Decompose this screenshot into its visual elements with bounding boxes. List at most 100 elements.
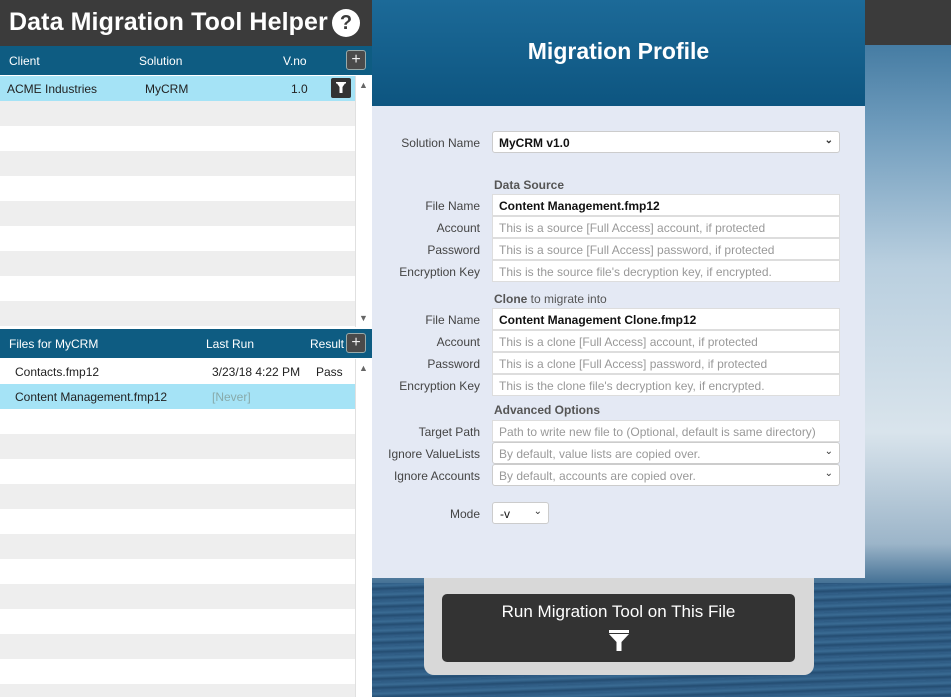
source-key-field[interactable]: This is the source file's decryption key… bbox=[492, 260, 840, 282]
client-solution: MyCRM bbox=[145, 82, 189, 96]
list-item bbox=[0, 459, 355, 484]
list-item bbox=[0, 684, 355, 697]
ignore-accounts-value: By default, accounts are copied over. bbox=[499, 469, 696, 483]
target-path-label: Target Path bbox=[418, 425, 480, 439]
column-result[interactable]: Result bbox=[310, 337, 344, 351]
file-result: Pass bbox=[316, 365, 343, 379]
list-item bbox=[0, 634, 355, 659]
clone-section: Clone to migrate into bbox=[494, 292, 607, 306]
column-vno[interactable]: V.no bbox=[283, 54, 307, 68]
clone-key-label: Encryption Key bbox=[399, 379, 480, 393]
clone-password-label: Password bbox=[427, 357, 480, 371]
source-password-label: Password bbox=[427, 243, 480, 257]
file-name: Contacts.fmp12 bbox=[15, 365, 100, 379]
profile-title: Migration Profile bbox=[527, 38, 710, 64]
chevron-down-icon: ⌄ bbox=[824, 446, 833, 457]
source-key-label: Encryption Key bbox=[399, 265, 480, 279]
clone-key-field[interactable]: This is the clone file's decryption key,… bbox=[492, 374, 840, 396]
chevron-down-icon: ⌄ bbox=[824, 468, 833, 479]
scroll-up-icon[interactable]: ▲ bbox=[359, 80, 368, 90]
list-item bbox=[0, 484, 355, 509]
background-topbar bbox=[865, 0, 951, 45]
files-header: Files for MyCRM Last Run Result + bbox=[0, 329, 372, 358]
list-item bbox=[0, 584, 355, 609]
chevron-down-icon: ⌄ bbox=[824, 135, 833, 146]
run-migration-button[interactable]: Run Migration Tool on This File bbox=[442, 594, 795, 662]
funnel-icon bbox=[609, 630, 629, 651]
left-panel: Data Migration Tool Helper ? Client Solu… bbox=[0, 0, 372, 697]
scroll-down-icon[interactable]: ▼ bbox=[359, 313, 368, 323]
mode-label: Mode bbox=[449, 507, 480, 521]
file-name: Content Management.fmp12 bbox=[15, 390, 168, 404]
clone-account-label: Account bbox=[436, 335, 480, 349]
source-password-field[interactable]: This is a source [Full Access] password,… bbox=[492, 238, 840, 260]
file-last-run: [Never] bbox=[212, 390, 251, 404]
list-item bbox=[0, 559, 355, 584]
migration-profile-panel: Migration Profile Solution Name MyCRM v1… bbox=[372, 0, 865, 578]
solution-name-value: MyCRM v1.0 bbox=[499, 136, 570, 150]
data-source-section: Data Source bbox=[494, 178, 565, 192]
column-solution[interactable]: Solution bbox=[139, 54, 182, 68]
app-header: Data Migration Tool Helper ? bbox=[0, 0, 372, 46]
file-last-run: 3/23/18 4:22 PM bbox=[212, 365, 301, 379]
clone-account-field[interactable]: This is a clone [Full Access] account, i… bbox=[492, 330, 840, 352]
column-last-run[interactable]: Last Run bbox=[206, 337, 254, 351]
files-title: Files for MyCRM bbox=[9, 337, 99, 351]
clone-section-rest: to migrate into bbox=[527, 292, 607, 306]
list-item bbox=[0, 126, 355, 151]
source-account-field[interactable]: This is a source [Full Access] account, … bbox=[492, 216, 840, 238]
ignore-valuelists-value: By default, value lists are copied over. bbox=[499, 447, 701, 461]
column-client[interactable]: Client bbox=[9, 54, 40, 68]
files-scrollbar[interactable]: ▲ bbox=[355, 359, 372, 697]
client-name: ACME Industries bbox=[7, 82, 98, 96]
file-row[interactable]: Contacts.fmp12 3/23/18 4:22 PM Pass bbox=[0, 359, 355, 384]
list-item bbox=[0, 276, 355, 301]
source-account-label: Account bbox=[436, 221, 480, 235]
profile-header: Migration Profile bbox=[372, 0, 865, 106]
advanced-section: Advanced Options bbox=[494, 403, 601, 417]
list-item bbox=[0, 609, 355, 634]
list-item bbox=[0, 226, 355, 251]
clone-file-label: File Name bbox=[425, 313, 480, 327]
files-list: Contacts.fmp12 3/23/18 4:22 PM Pass Cont… bbox=[0, 359, 355, 697]
list-item bbox=[0, 101, 355, 126]
add-file-button[interactable]: + bbox=[346, 333, 366, 353]
list-item bbox=[0, 326, 355, 327]
ignore-valuelists-label: Ignore ValueLists bbox=[388, 447, 480, 461]
solution-name-label: Solution Name bbox=[401, 136, 480, 150]
clients-header: Client Solution V.no + bbox=[0, 46, 372, 75]
list-item bbox=[0, 534, 355, 559]
scroll-up-icon[interactable]: ▲ bbox=[359, 363, 368, 373]
file-row[interactable]: Content Management.fmp12 [Never] bbox=[0, 384, 355, 409]
source-file-field[interactable]: Content Management.fmp12 bbox=[492, 194, 840, 216]
ignore-accounts-label: Ignore Accounts bbox=[393, 469, 480, 483]
list-item bbox=[0, 251, 355, 276]
mode-select[interactable]: -v ⌄ bbox=[492, 502, 549, 524]
clients-scrollbar[interactable]: ▲ ▼ bbox=[355, 76, 372, 327]
list-item bbox=[0, 151, 355, 176]
clone-file-field[interactable]: Content Management Clone.fmp12 bbox=[492, 308, 840, 330]
list-item bbox=[0, 201, 355, 226]
list-item bbox=[0, 301, 355, 326]
mode-value: -v bbox=[500, 507, 510, 521]
funnel-icon[interactable] bbox=[331, 78, 351, 98]
list-item bbox=[0, 434, 355, 459]
run-migration-label: Run Migration Tool on This File bbox=[501, 602, 736, 621]
help-icon[interactable]: ? bbox=[332, 9, 360, 37]
list-item bbox=[0, 176, 355, 201]
list-item bbox=[0, 509, 355, 534]
add-client-button[interactable]: + bbox=[346, 50, 366, 70]
ignore-valuelists-select[interactable]: By default, value lists are copied over.… bbox=[492, 442, 840, 464]
ignore-accounts-select[interactable]: By default, accounts are copied over. ⌄ bbox=[492, 464, 840, 486]
target-path-field[interactable]: Path to write new file to (Optional, def… bbox=[492, 420, 840, 442]
source-file-label: File Name bbox=[425, 199, 480, 213]
app-title: Data Migration Tool Helper bbox=[9, 8, 328, 36]
client-vno: 1.0 bbox=[291, 82, 308, 96]
clients-list: ACME Industries MyCRM 1.0 bbox=[0, 76, 355, 327]
solution-name-select[interactable]: MyCRM v1.0 ⌄ bbox=[492, 131, 840, 153]
chevron-down-icon: ⌄ bbox=[533, 506, 542, 517]
clone-section-bold: Clone bbox=[494, 292, 528, 306]
client-row[interactable]: ACME Industries MyCRM 1.0 bbox=[0, 76, 355, 101]
clone-password-field[interactable]: This is a clone [Full Access] password, … bbox=[492, 352, 840, 374]
list-item bbox=[0, 409, 355, 434]
